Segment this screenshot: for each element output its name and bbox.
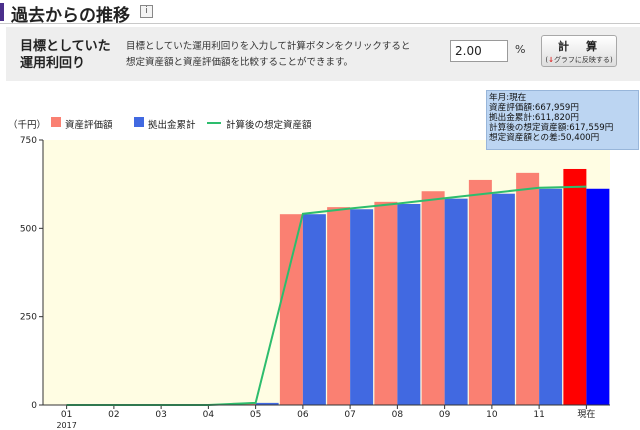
bar-valuation	[374, 201, 398, 405]
tooltip-line: 計算後の想定資産額:617,559円	[489, 123, 614, 133]
x-tick-label: 07	[344, 410, 355, 420]
chart-tooltip: 年月:現在 資産評価額:667,959円 拠出金累計:611,820円 計算後の…	[486, 90, 639, 150]
x-tick-label: 02	[108, 410, 119, 420]
y-tick-label: 750	[20, 136, 37, 146]
x-tick-label: 10	[486, 410, 498, 420]
bar-valuation	[279, 214, 303, 405]
bar-valuation	[563, 168, 587, 405]
bar-contribution	[397, 203, 421, 405]
y-tick-label: 500	[20, 224, 37, 234]
x-tick-label: 08	[392, 410, 404, 420]
tooltip-line: 年月:現在	[489, 93, 527, 103]
bar-contribution	[491, 193, 515, 405]
bar-contribution	[444, 198, 468, 405]
x-tick-label: 06	[297, 410, 309, 420]
bar-valuation	[327, 207, 351, 405]
tooltip-line: 想定資産額との差:50,400円	[489, 133, 600, 143]
bar-contribution	[539, 188, 563, 405]
x-tick-label: 01	[61, 410, 72, 420]
bar-contribution	[350, 209, 374, 405]
x-tick-label: 09	[439, 410, 451, 420]
y-tick-label: 250	[20, 313, 37, 323]
bar-valuation	[468, 179, 492, 405]
bar-contribution	[586, 188, 610, 405]
y-tick-label: 0	[31, 401, 37, 411]
x-tick-label: 11	[533, 410, 544, 420]
x-tick-label: 現在	[577, 408, 595, 420]
x-year-label: 2017	[56, 421, 76, 430]
x-tick-label: 05	[250, 410, 261, 420]
x-tick-label: 04	[203, 410, 215, 420]
x-tick-label: 03	[155, 410, 166, 420]
bar-valuation	[516, 172, 540, 405]
tooltip-line: 拠出金累計:611,820円	[489, 113, 579, 123]
bar-chart[interactable]: 0 250 500 750 01 02 03 04 05 06 07 08 09 10 11 現在 2017	[0, 0, 640, 430]
tooltip-line: 資産評価額:667,959円	[489, 103, 579, 113]
bar-valuation	[421, 191, 445, 405]
bar-contribution	[302, 214, 326, 405]
